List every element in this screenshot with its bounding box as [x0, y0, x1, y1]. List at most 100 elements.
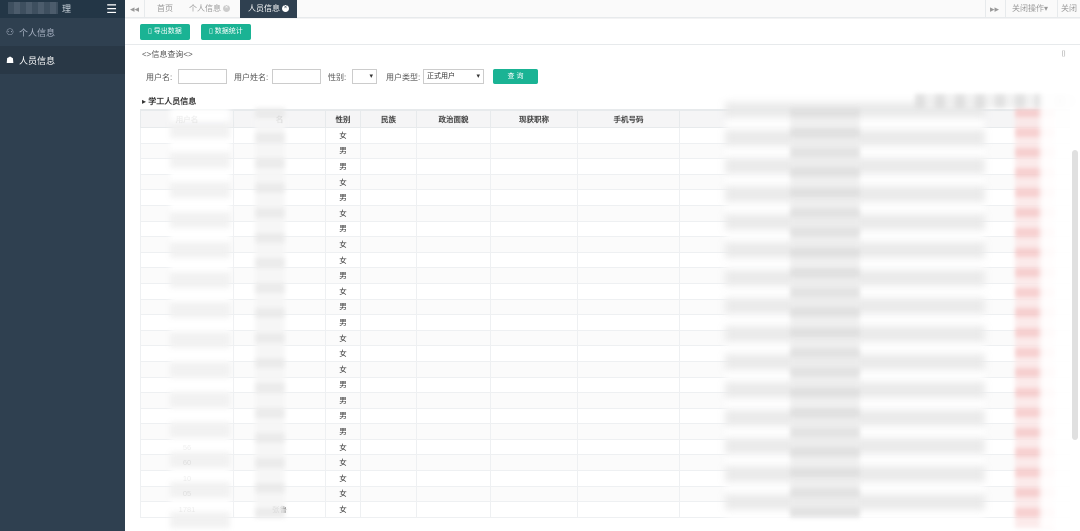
- table-row[interactable]: 女: [140, 345, 1070, 362]
- cell-other: [679, 470, 1070, 487]
- table-row[interactable]: 男: [140, 407, 1070, 425]
- cell-other: [679, 501, 1070, 518]
- table-row[interactable]: 男: [140, 376, 1070, 394]
- cell-name: [233, 298, 326, 316]
- sidebar-item-personal-info[interactable]: ⚇ 个人信息: [0, 18, 125, 46]
- table-row[interactable]: 男: [140, 392, 1070, 409]
- cell-gender: 男: [325, 267, 361, 284]
- cell-name: [233, 345, 326, 362]
- cell-phone: [577, 127, 680, 144]
- table-row[interactable]: 男: [140, 267, 1070, 284]
- table-row[interactable]: 男: [140, 220, 1070, 238]
- cell-ethnicity: [360, 204, 417, 222]
- username-input[interactable]: [178, 69, 227, 84]
- cell-title: [490, 360, 578, 378]
- tab-personal-label: 个人信息: [189, 4, 221, 13]
- table-row[interactable]: 女: [140, 282, 1070, 300]
- export-data-button[interactable]: ▯ 导出数据: [140, 24, 190, 40]
- close-all-button[interactable]: 关闭: [1057, 0, 1080, 18]
- col-gender[interactable]: 性别: [325, 110, 361, 128]
- table-row[interactable]: 男: [140, 158, 1070, 175]
- cell-other: [679, 251, 1070, 269]
- col-name[interactable]: 名: [233, 110, 326, 128]
- cell-title: [490, 220, 578, 238]
- table-row[interactable]: 女: [140, 251, 1070, 269]
- table-row[interactable]: 男: [140, 298, 1070, 316]
- cell-username: [140, 220, 234, 238]
- table-row[interactable]: 05 女: [140, 485, 1070, 503]
- query-panel-title: <>信息查询<>: [142, 50, 193, 59]
- table-row[interactable]: 男: [140, 142, 1070, 160]
- scroll-right-icon[interactable]: ▸▸: [985, 0, 1003, 18]
- user-icon: ☗: [5, 54, 15, 65]
- cell-username: [140, 314, 234, 331]
- gender-label: 性别:: [328, 73, 347, 82]
- table-row[interactable]: 女: [140, 360, 1070, 378]
- sidebar-item-staff-info[interactable]: ☗ 人员信息: [0, 46, 125, 74]
- col-title[interactable]: 现获职称: [490, 110, 578, 128]
- table-row[interactable]: 女: [140, 173, 1070, 191]
- cell-username: [140, 423, 234, 440]
- tab-staff-label: 人员信息: [248, 4, 280, 13]
- cell-political: [416, 127, 491, 144]
- col-ethnicity[interactable]: 民族: [360, 110, 417, 128]
- table-row[interactable]: 1781 张鲁女: [140, 501, 1070, 518]
- cell-username: 60: [140, 454, 234, 472]
- table-row[interactable]: 女: [140, 204, 1070, 222]
- cell-username: [140, 392, 234, 409]
- cell-title: [490, 376, 578, 394]
- cell-other: [679, 423, 1070, 440]
- table-row[interactable]: 10 女: [140, 470, 1070, 487]
- sidebar-item-label: 个人信息: [19, 27, 56, 38]
- table-row[interactable]: 女: [140, 236, 1070, 253]
- usertype-select[interactable]: 正式用户 ▾: [423, 69, 484, 84]
- close-icon[interactable]: ×: [282, 5, 289, 13]
- cell-username: [140, 142, 234, 160]
- data-stats-button[interactable]: ▯ 数据统计: [201, 24, 251, 40]
- collapse-icon[interactable]: ⌷: [1061, 49, 1066, 59]
- search-button[interactable]: 查 询: [493, 69, 538, 84]
- table-row[interactable]: 60 女: [140, 454, 1070, 472]
- cell-phone: [577, 298, 680, 316]
- divider: [125, 44, 1080, 45]
- col-political[interactable]: 政治面貌: [416, 110, 491, 128]
- table-row[interactable]: 56 女: [140, 438, 1070, 456]
- cell-name: [233, 189, 326, 206]
- col-phone[interactable]: 手机号码: [577, 110, 680, 128]
- cell-username: [140, 236, 234, 253]
- cell-ethnicity: [360, 220, 417, 238]
- cell-username: 1781: [140, 501, 234, 518]
- tab-bar: ◂◂ 首页 个人信息 × 人员信息 × ▸▸ 关闭操作▾ 关闭: [125, 0, 1080, 18]
- cell-other: [679, 360, 1070, 378]
- tab-staff-info[interactable]: 人员信息 ×: [240, 0, 297, 18]
- cell-gender: 男: [325, 314, 361, 331]
- cell-other: [679, 267, 1070, 284]
- cell-name: [233, 485, 326, 503]
- table-row[interactable]: 女: [140, 127, 1070, 144]
- cell-gender: 女: [325, 360, 361, 378]
- close-operations-dropdown[interactable]: 关闭操作▾: [1005, 0, 1054, 18]
- table-row[interactable]: 女: [140, 329, 1070, 347]
- col-username[interactable]: 用户名: [140, 110, 234, 128]
- scroll-left-icon[interactable]: ◂◂: [125, 0, 145, 18]
- close-icon[interactable]: ×: [223, 5, 230, 13]
- tab-home[interactable]: 首页: [149, 0, 181, 18]
- table-row[interactable]: 男: [140, 314, 1070, 331]
- table-row[interactable]: 男: [140, 423, 1070, 440]
- cell-title: [490, 267, 578, 284]
- cell-ethnicity: [360, 329, 417, 347]
- realname-input[interactable]: [272, 69, 321, 84]
- cell-username: 05: [140, 485, 234, 503]
- cell-phone: [577, 329, 680, 347]
- table-row[interactable]: 男: [140, 189, 1070, 206]
- tab-personal-info[interactable]: 个人信息 ×: [181, 0, 238, 18]
- scrollbar[interactable]: [1072, 150, 1078, 440]
- cell-username: [140, 407, 234, 425]
- menu-toggle-icon[interactable]: ☰: [106, 2, 117, 16]
- cell-political: [416, 329, 491, 347]
- cell-name: [233, 423, 326, 440]
- cell-political: [416, 392, 491, 409]
- cell-gender: 女: [325, 173, 361, 191]
- cell-political: [416, 470, 491, 487]
- gender-select[interactable]: ▾: [352, 69, 377, 84]
